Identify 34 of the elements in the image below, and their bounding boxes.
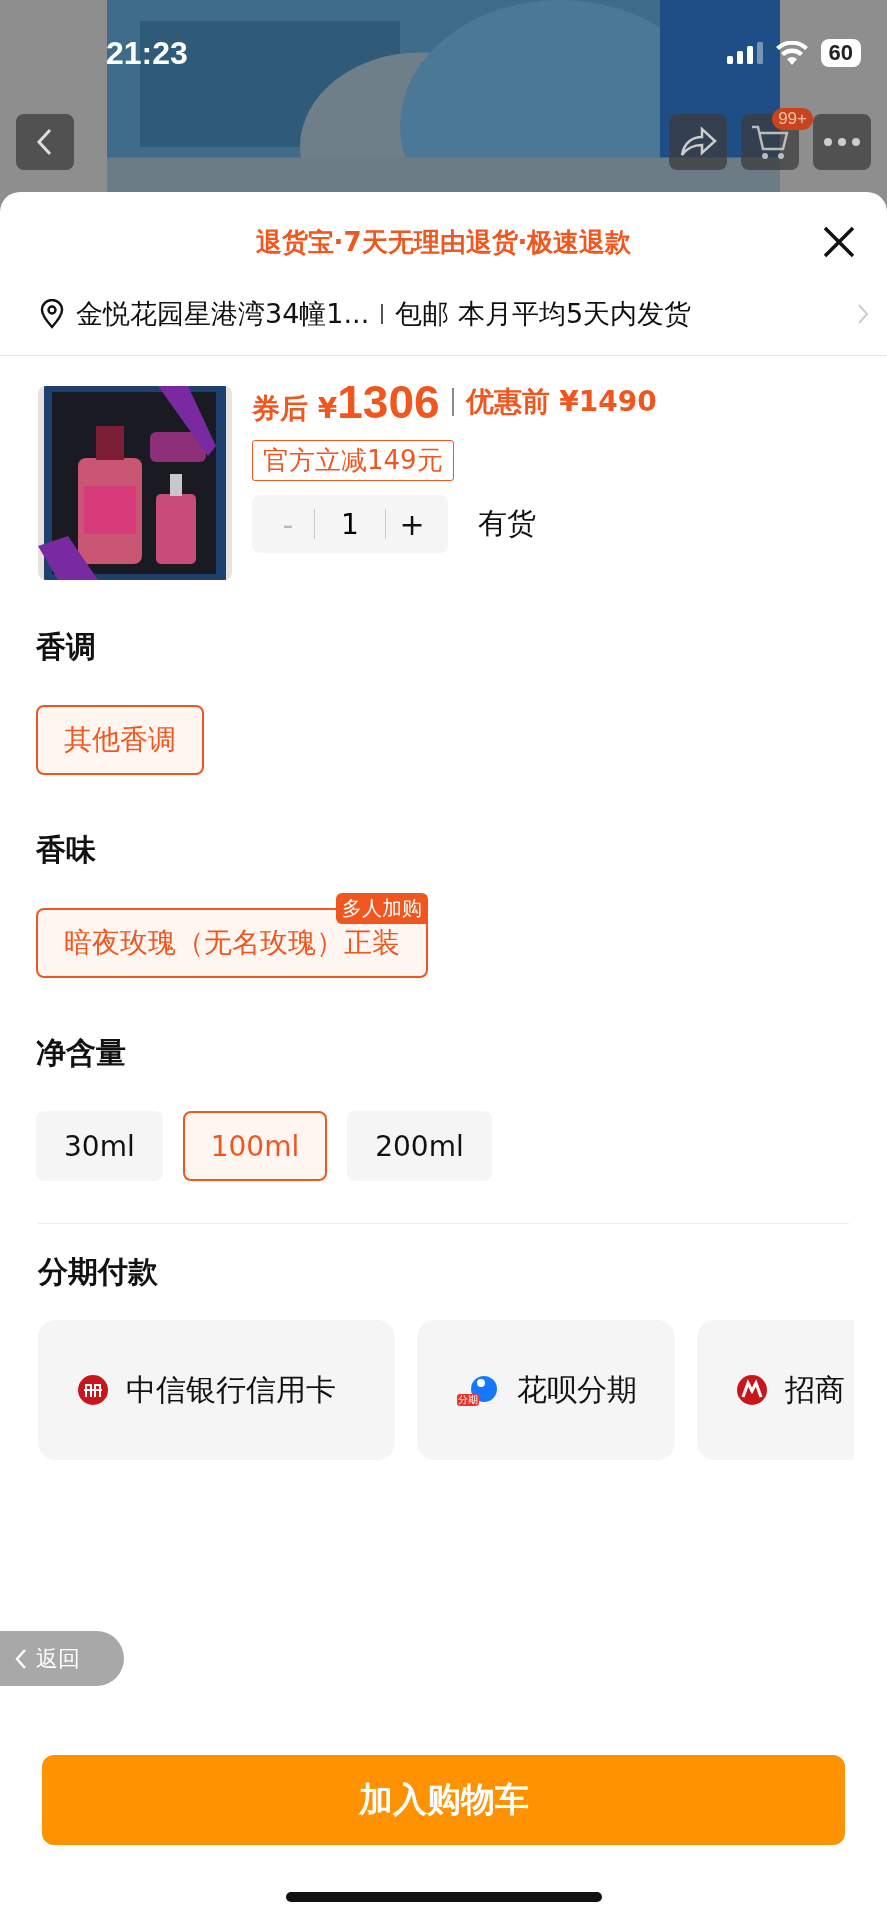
popular-badge: 多人加购 <box>336 893 428 924</box>
share-icon <box>678 125 718 159</box>
chevron-left-icon <box>14 1647 28 1670</box>
discount-tag: 官方立减149元 <box>252 440 454 481</box>
share-button[interactable] <box>669 114 727 170</box>
close-button[interactable] <box>821 224 857 260</box>
option-chip[interactable]: 200ml <box>347 1111 492 1181</box>
section-title: 香调 <box>36 628 96 666</box>
cart-icon <box>750 123 790 161</box>
stock-status: 有货 <box>478 505 536 542</box>
bank-logo-icon <box>737 1375 767 1405</box>
status-time: 21:23 <box>106 34 188 72</box>
section-title: 分期付款 <box>38 1253 158 1291</box>
section-title: 净含量 <box>36 1034 126 1072</box>
installment-option[interactable]: 招商 <box>697 1320 854 1460</box>
option-chip[interactable]: 30ml <box>36 1111 163 1181</box>
quantity-stepper[interactable]: - 1 + <box>252 495 448 553</box>
more-button[interactable] <box>813 114 871 170</box>
back-button[interactable] <box>16 114 74 170</box>
installment-option[interactable]: 中信银行信用卡 <box>38 1320 395 1460</box>
return-policy-notice: 退货宝·7天无理由退货·极速退款 <box>255 225 632 259</box>
original-price: 优惠前 ¥1490 <box>465 384 657 420</box>
more-icon <box>822 137 862 147</box>
bank-logo-icon <box>78 1375 108 1405</box>
shipping-info: 包邮 本月平均5天内发货 <box>395 297 692 331</box>
cart-count-badge: 99+ <box>772 108 813 130</box>
location-pin-icon <box>40 299 64 329</box>
section-title: 香味 <box>36 831 96 869</box>
delivery-address[interactable]: 金悦花园星港湾34幢1... <box>76 296 370 332</box>
battery-icon: 60 <box>820 39 861 67</box>
coupon-price: 券后 ¥1306 <box>252 375 440 429</box>
wifi-icon <box>774 41 809 65</box>
installment-option[interactable]: 分期 花呗分期 <box>417 1320 675 1460</box>
signal-icon <box>726 42 763 64</box>
